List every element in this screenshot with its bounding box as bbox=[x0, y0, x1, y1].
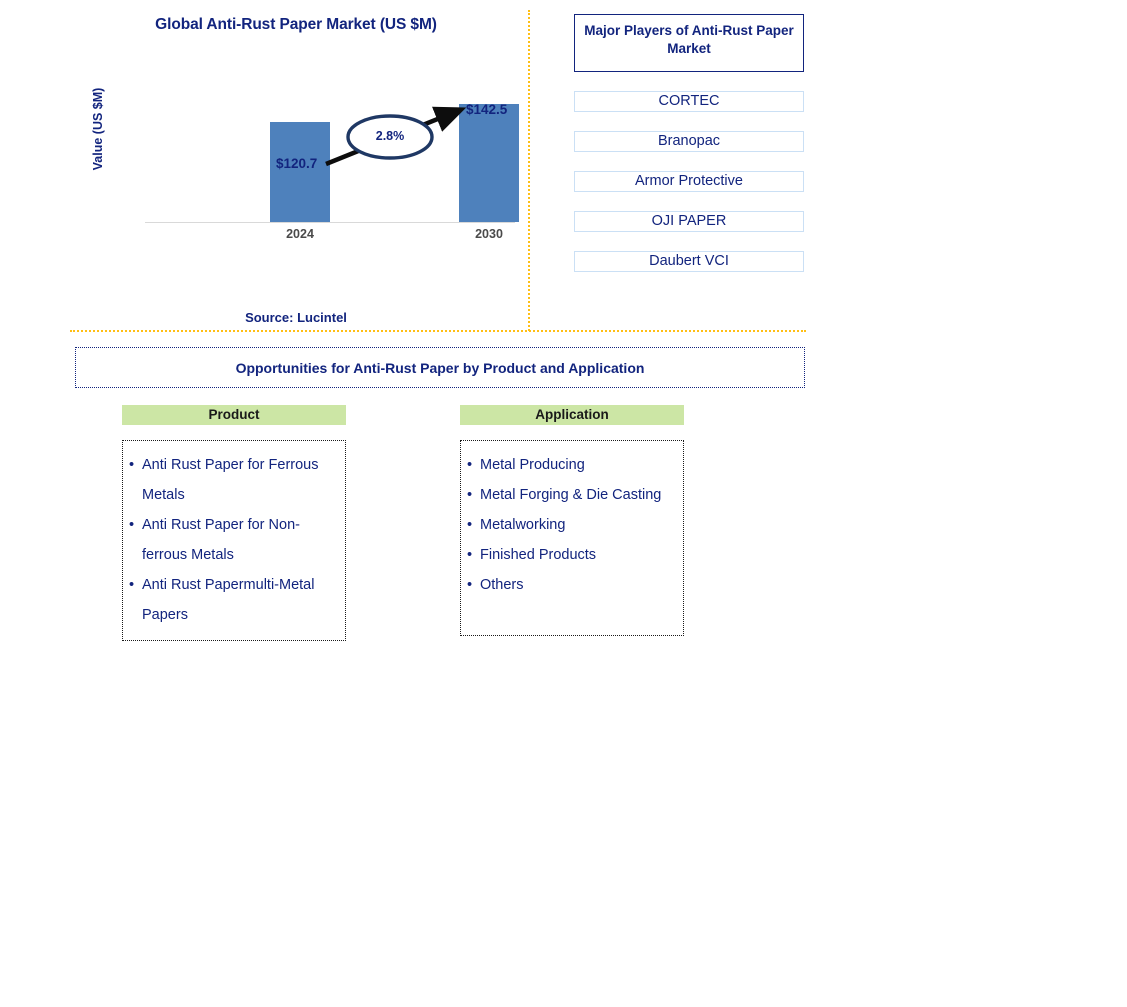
list-item: Metal Forging & Die Casting bbox=[467, 480, 675, 510]
market-chart-panel: Global Anti-Rust Paper Market (US $M) Va… bbox=[70, 10, 522, 325]
list-item: Anti Rust Papermulti-Metal Papers bbox=[129, 570, 337, 630]
player-item-daubert-vci[interactable]: Daubert VCI bbox=[574, 251, 804, 272]
application-column-header: Application bbox=[460, 405, 684, 425]
application-column: Application Metal Producing Metal Forgin… bbox=[460, 405, 684, 636]
player-item-armor-protective[interactable]: Armor Protective bbox=[574, 171, 804, 192]
y-axis-label: Value (US $M) bbox=[91, 87, 105, 171]
list-item: Others bbox=[467, 570, 675, 600]
infographic-canvas: Global Anti-Rust Paper Market (US $M) Va… bbox=[0, 0, 1127, 1007]
list-item: Anti Rust Paper for Non-ferrous Metals bbox=[129, 510, 337, 570]
opportunities-banner-label: Opportunities for Anti-Rust Paper by Pro… bbox=[235, 359, 645, 376]
player-item-cortec[interactable]: CORTEC bbox=[574, 91, 804, 112]
product-column-header: Product bbox=[122, 405, 346, 425]
horizontal-divider bbox=[70, 330, 806, 332]
player-item-branopac[interactable]: Branopac bbox=[574, 131, 804, 152]
chart-title: Global Anti-Rust Paper Market (US $M) bbox=[155, 16, 437, 33]
application-column-body: Metal Producing Metal Forging & Die Cast… bbox=[460, 440, 684, 636]
opportunities-banner: Opportunities for Anti-Rust Paper by Pro… bbox=[75, 347, 805, 388]
x-axis-line bbox=[145, 222, 515, 223]
vertical-divider bbox=[528, 10, 530, 331]
list-item: Finished Products bbox=[467, 540, 675, 570]
product-column: Product Anti Rust Paper for Ferrous Meta… bbox=[122, 405, 346, 641]
list-item: Metal Producing bbox=[467, 450, 675, 480]
chart-source-label: Source: Lucintel bbox=[245, 310, 347, 325]
list-item: Anti Rust Paper for Ferrous Metals bbox=[129, 450, 337, 510]
product-column-body: Anti Rust Paper for Ferrous Metals Anti … bbox=[122, 440, 346, 641]
player-item-oji-paper[interactable]: OJI PAPER bbox=[574, 211, 804, 232]
x-tick-label-2030: 2030 bbox=[475, 227, 503, 241]
list-item: Metalworking bbox=[467, 510, 675, 540]
x-tick-label-2024: 2024 bbox=[286, 227, 314, 241]
cagr-value-label: 2.8% bbox=[375, 129, 405, 143]
major-players-header: Major Players of Anti-Rust Paper Market bbox=[574, 14, 804, 72]
major-players-panel: Major Players of Anti-Rust Paper Market … bbox=[574, 14, 804, 272]
